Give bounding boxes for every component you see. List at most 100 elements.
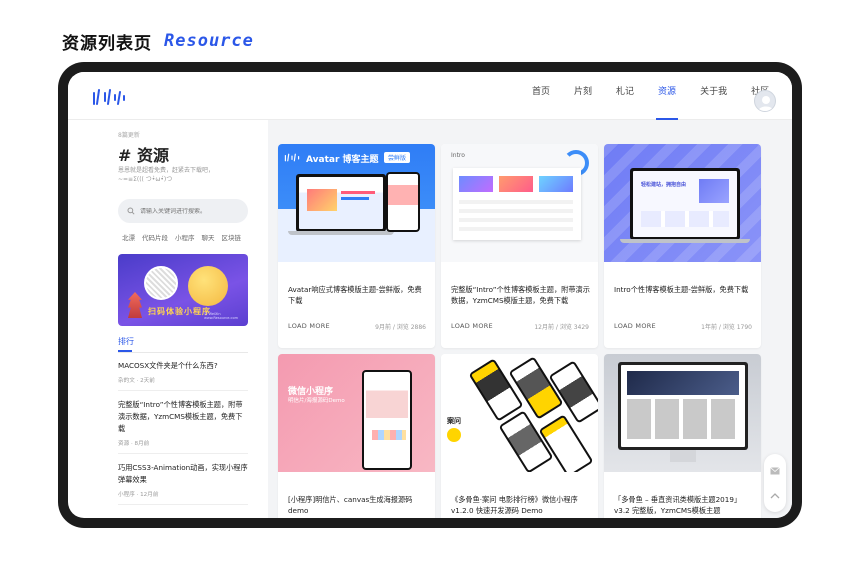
phone-mockup [386, 172, 420, 232]
ranking-item-title[interactable]: 完整版“Intro”个性博客模板主题，附带演示数据，YzmCMS模板主题，免费下… [118, 399, 248, 435]
sidebar-desc-line-1: 恩恩就是超看免费，赶紧去下载吧， [118, 167, 215, 174]
ranking-list: MACOSX文件夹是个什么东西? 杂的文 · 2天前 完整版“Intro”个性博… [118, 360, 248, 513]
phone-screen [541, 417, 591, 472]
card-thumbnail[interactable] [604, 354, 761, 472]
thumb-title: Avatar 博客主题 [306, 155, 379, 165]
nav-item-home[interactable]: 首页 [524, 72, 558, 120]
tag-item[interactable]: 北漂 [122, 232, 135, 242]
mail-button[interactable] [769, 465, 781, 477]
load-more-link[interactable]: LOAD MORE [451, 322, 493, 331]
card-title[interactable]: Intro个性博客模板主题-尝鲜版，免费下载 [614, 284, 754, 295]
laptop-mockup [296, 174, 386, 232]
card-thumbnail[interactable]: 轻松建站，拥抱自由 [604, 144, 761, 262]
thumb-badge: 尝鲜版 [384, 152, 411, 163]
sidebar-title: # 资源 [118, 146, 169, 165]
top-navbar: 首页 片刻 札记 资源 关于我 社区 [68, 72, 792, 120]
card-meta: 12月前 / 浏览 3429 [534, 324, 589, 331]
monitor-stand [670, 450, 696, 462]
back-to-top-button[interactable] [769, 490, 781, 502]
laptop-screen [299, 177, 383, 229]
tag-item[interactable]: 小程序 [175, 232, 195, 242]
moon-illustration [188, 266, 228, 306]
tag-item[interactable]: 区块链 [222, 232, 242, 242]
qr-code-icon [144, 266, 178, 300]
preview-thumb [499, 176, 533, 192]
laptop-mockup: 轻松建站，拥抱自由 [630, 168, 740, 240]
site-logo-icon[interactable] [92, 88, 126, 106]
load-more-link[interactable]: LOAD MORE [614, 322, 656, 331]
screen-grid [627, 399, 739, 439]
nav-item-about[interactable]: 关于我 [692, 72, 735, 120]
ranking-item-title[interactable]: 巧用CSS3-Animation动画，实现小程序弹幕效果 [118, 462, 248, 486]
phone-mockup [362, 370, 412, 470]
list-item[interactable]: MACOSX文件夹是个什么东西? 杂的文 · 2天前 [118, 360, 248, 391]
resource-card[interactable]: 微信小程序 明信片/海报源码Demo [小程序]明信片、canvas生成海报源码… [278, 354, 435, 518]
resource-card[interactable]: Intro 完整版“Intro”个性博客模板主题，附带演示数据，YzmCMS模版… [441, 144, 598, 348]
thumb-subtitle: 明信片/海报源码Demo [288, 398, 345, 404]
nav-item-moments[interactable]: 片刻 [566, 72, 600, 120]
screen-color-dots [372, 430, 406, 440]
ranking-divider [118, 352, 248, 353]
pagoda-illustration [128, 292, 142, 318]
tag-item[interactable]: 聊天 [202, 232, 215, 242]
laptop-base [288, 231, 394, 235]
load-more-link[interactable]: LOAD MORE [288, 322, 330, 331]
nav-item-resources[interactable]: 资源 [650, 72, 684, 120]
phone-screen [366, 374, 408, 466]
phone-screen [501, 413, 551, 471]
resource-card[interactable]: Avatar 博客主题 尝鲜版 Avatar响应式博客模版主题-尝鲜版，免费下载… [278, 144, 435, 348]
promo-small-text: © WeiXin www.Resource.com [204, 312, 239, 320]
ranking-item-meta: 杂的文 · 2天前 [118, 378, 155, 384]
nav-item-notes[interactable]: 札记 [608, 72, 642, 120]
brand-dot [447, 428, 461, 442]
user-avatar[interactable] [754, 90, 776, 112]
resource-card[interactable]: 案问 《多骨鱼·案问 电影排行榜》微信小程序v1.2.0 快速开发源码 Demo [441, 354, 598, 518]
phone-screen [551, 363, 598, 421]
ranking-item-title[interactable]: MACOSX文件夹是个什么东西? [118, 360, 248, 372]
thumb-logo-icon [284, 153, 300, 162]
search-input[interactable] [140, 207, 240, 215]
card-footer: LOAD MORE 1年前 / 浏览 1790 [614, 322, 752, 331]
card-footer: LOAD MORE 9月前 / 浏览 2886 [288, 322, 426, 331]
tag-item[interactable]: 代码片段 [142, 232, 168, 242]
screen-preview [453, 168, 581, 240]
search-box[interactable] [118, 199, 248, 223]
card-title[interactable]: 「多骨鱼 – 垂直资讯类模版主题2019」v3.2 完整版，YzmCMS模板主题 [614, 494, 754, 516]
thumb-title: Intro [451, 152, 465, 159]
monitor-mockup [618, 362, 748, 450]
tablet-frame: 首页 片刻 札记 资源 关于我 社区 8篇更新 # 资源 恩恩就是超看免费，赶紧… [58, 62, 802, 528]
card-thumbnail[interactable]: 案问 [441, 354, 598, 472]
card-thumbnail[interactable]: Avatar 博客主题 尝鲜版 [278, 144, 435, 262]
laptop-screen: 轻松建站，拥抱自由 [633, 171, 737, 237]
screen-illustration [699, 179, 729, 203]
list-item[interactable]: 巧用CSS3-Animation动画，实现小程序弹幕效果 小程序 · 12月前 [118, 462, 248, 505]
resource-card[interactable]: 轻松建站，拥抱自由 Intro个性博客模板主题-尝鲜版，免费下载 LOAD MO… [604, 144, 761, 348]
phone-screen [388, 174, 418, 230]
resource-card[interactable]: 「多骨鱼 – 垂直资讯类模版主题2019」v3.2 完整版，YzmCMS模板主题 [604, 354, 761, 518]
card-thumbnail[interactable]: Intro [441, 144, 598, 262]
sidebar: 8篇更新 # 资源 恩恩就是超看免费，赶紧去下载吧， ~=≡Σ((( つ•̀ω•… [118, 120, 258, 518]
preview-thumb [459, 176, 493, 192]
card-meta: 9月前 / 浏览 2886 [375, 324, 426, 331]
watermark-text [441, 244, 598, 262]
search-icon [127, 207, 135, 215]
miniprogram-promo-banner[interactable]: 扫码体验小程序 © WeiXin www.Resource.com [118, 254, 248, 326]
screen-blocks [641, 211, 729, 227]
card-thumbnail[interactable]: 微信小程序 明信片/海报源码Demo [278, 354, 435, 472]
monitor-screen [621, 365, 745, 447]
nav-menu: 首页 片刻 札记 资源 关于我 社区 [524, 72, 785, 120]
update-count-label: 8篇更新 [118, 132, 140, 139]
card-title[interactable]: Avatar响应式博客模版主题-尝鲜版，免费下载 [288, 284, 428, 306]
preview-list [459, 200, 573, 234]
preview-thumb [539, 176, 573, 192]
card-title[interactable]: 《多骨鱼·案问 电影排行榜》微信小程序v1.2.0 快速开发源码 Demo [451, 494, 591, 516]
list-item[interactable]: 完整版“Intro”个性博客模板主题，附带演示数据，YzmCMS模板主题，免费下… [118, 399, 248, 454]
screen-text-bar [341, 191, 375, 194]
page-title: 资源列表页 [62, 33, 152, 54]
card-title[interactable]: [小程序]明信片、canvas生成海报源码demo [288, 494, 428, 516]
sidebar-desc-line-2: ~=≡Σ((( つ•̀ω•́)つ [118, 176, 173, 183]
ranking-item-meta: 资源 · 8月前 [118, 441, 150, 447]
card-title[interactable]: 完整版“Intro”个性博客模板主题，附带演示数据，YzmCMS模版主题，免费下… [451, 284, 591, 306]
ranking-heading: 排行 [118, 337, 134, 346]
tag-list: 北漂 代码片段 小程序 聊天 区块链 [122, 232, 241, 242]
